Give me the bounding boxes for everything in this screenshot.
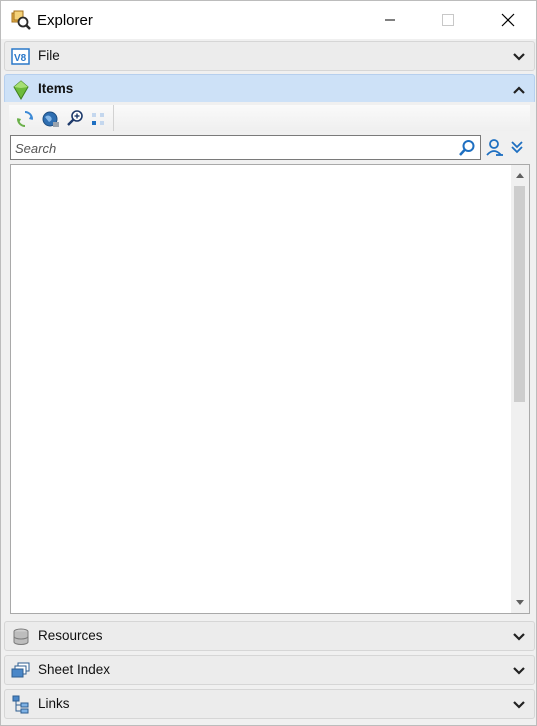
panel-label-links: Links bbox=[38, 696, 70, 711]
panel-header-sheet-index[interactable]: Sheet Index bbox=[4, 655, 535, 685]
v8-icon: V8 bbox=[11, 47, 31, 67]
items-toolbar-group bbox=[9, 105, 114, 131]
svg-text:V8: V8 bbox=[14, 53, 27, 64]
panel-header-items[interactable]: Items bbox=[4, 74, 535, 104]
panel-label-items: Items bbox=[38, 81, 74, 96]
panel-header-links[interactable]: Links bbox=[4, 689, 535, 719]
double-chevron-down-icon[interactable] bbox=[510, 139, 524, 155]
minimize-icon bbox=[385, 19, 395, 21]
scroll-up-button[interactable] bbox=[511, 165, 529, 185]
chevron-down-icon bbox=[513, 633, 525, 641]
panel-header-file[interactable]: V8 File bbox=[4, 41, 535, 71]
database-icon bbox=[11, 627, 31, 647]
chevron-down-icon bbox=[513, 667, 525, 675]
minimize-button[interactable] bbox=[367, 1, 413, 39]
tree-icon bbox=[11, 695, 31, 715]
panel-header-resources[interactable]: Resources bbox=[4, 621, 535, 651]
maximize-button[interactable] bbox=[425, 1, 471, 39]
zoom-in-icon[interactable] bbox=[65, 109, 85, 129]
globe-icon[interactable] bbox=[41, 109, 61, 129]
scroll-down-button[interactable] bbox=[511, 593, 529, 613]
scroll-up-icon bbox=[516, 173, 524, 178]
panel-label-resources: Resources bbox=[38, 628, 103, 643]
items-panel-body bbox=[4, 102, 535, 617]
explorer-app-icon bbox=[10, 9, 31, 30]
grid-dots-icon[interactable] bbox=[89, 109, 109, 129]
chevron-down-icon bbox=[513, 701, 525, 709]
scroll-thumb[interactable] bbox=[514, 186, 525, 402]
search-box bbox=[10, 135, 481, 160]
explorer-window: Explorer V8 File Items Search Resources … bbox=[0, 0, 537, 726]
close-icon bbox=[501, 13, 515, 27]
close-button[interactable] bbox=[485, 1, 531, 39]
chevron-down-icon bbox=[513, 53, 525, 61]
window-title: Explorer bbox=[37, 12, 93, 29]
search-input[interactable] bbox=[15, 139, 445, 157]
panel-label-sheet-index: Sheet Index bbox=[38, 662, 111, 677]
maximize-icon bbox=[442, 14, 454, 26]
vertical-scrollbar[interactable] bbox=[511, 165, 529, 613]
items-list[interactable] bbox=[10, 164, 530, 614]
chevron-up-icon bbox=[513, 86, 525, 94]
search-icon[interactable] bbox=[458, 139, 476, 157]
title-bar: Explorer bbox=[1, 1, 536, 39]
scroll-down-icon bbox=[516, 600, 524, 605]
panel-label-file: File bbox=[38, 48, 60, 63]
refresh-icon[interactable] bbox=[15, 109, 35, 129]
green-gem-icon bbox=[11, 80, 31, 100]
sheets-icon bbox=[11, 661, 31, 681]
user-search-icon[interactable] bbox=[485, 138, 505, 158]
